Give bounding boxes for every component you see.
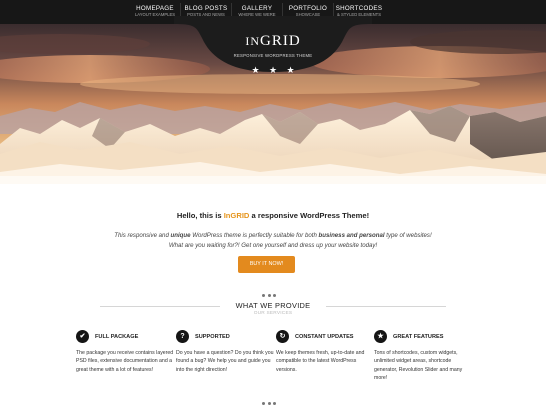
dot [262, 294, 265, 297]
logo-prefix: IN [245, 34, 260, 48]
question-icon: ? [176, 330, 189, 343]
intro-line-1: This responsive and unique WordPress the… [0, 231, 546, 241]
intro-paragraph: This responsive and unique WordPress the… [0, 231, 546, 251]
star-icon[interactable]: ★ [268, 66, 279, 75]
section-title: WHAT WE PROVIDE [235, 301, 311, 310]
feature-title: GREAT FEATURES [393, 334, 444, 340]
refresh-icon: ↻ [276, 330, 289, 343]
star-icon: ★ [374, 330, 387, 343]
site-logo[interactable]: INGRID [0, 33, 546, 50]
dot [262, 402, 265, 405]
check-icon: ✔ [76, 330, 89, 343]
nav-label: BLOG POSTS [184, 5, 228, 12]
intro-line-2: What are you waiting for?! Get one yours… [168, 242, 378, 249]
nav-label: GALLERY [241, 5, 273, 12]
section-divider-dots [262, 294, 276, 297]
logo-tagline: RESPONSIVE WORDPRESS THEME [233, 53, 313, 58]
feature-description: We keep themes fresh, up-to-date and com… [276, 350, 365, 373]
nav-sublabel: LAYOUT EXAMPLES [134, 12, 176, 17]
intro-emphasis: business and personal [318, 232, 385, 239]
intro-emphasis: unique [170, 232, 191, 239]
logo-name: GRID [260, 33, 301, 49]
nav-label: PORTFOLIO [288, 5, 328, 12]
dot [267, 294, 271, 297]
buy-it-now-button[interactable]: BUY IT NOW! [238, 256, 295, 273]
intro-text: type of websites! [384, 232, 432, 239]
nav-item-homepage[interactable]: HOMEPAGE LAYOUT EXAMPLES [130, 0, 180, 24]
section-subtitle: OUR SERVICES [253, 311, 293, 316]
star-icon[interactable]: ★ [285, 66, 296, 75]
welcome-heading: Hello, this is InGRID a responsive WordP… [0, 211, 546, 220]
intro-text: This responsive and [114, 232, 171, 239]
feature-description: Tons of shortcodes, custom widgets, unli… [374, 350, 463, 382]
dot [273, 402, 276, 405]
intro-text: WordPress theme is perfectly suitable fo… [190, 232, 319, 239]
feature-title: FULL PACKAGE [95, 334, 139, 340]
welcome-text: Hello, this is [176, 211, 224, 220]
welcome-text: a responsive WordPress Theme! [249, 211, 370, 220]
nav-label: SHORTCODES [335, 5, 383, 12]
feature-title: CONSTANT UPDATES [295, 334, 354, 340]
feature-description: The package you receive contains layered… [76, 350, 174, 373]
star-icon[interactable]: ★ [250, 66, 261, 75]
brand-name: InGRID [223, 211, 250, 220]
feature-title: SUPPORTED [195, 334, 230, 340]
nav-label: HOMEPAGE [136, 5, 174, 12]
feature-description: Do you have a question? Do you think you… [176, 350, 274, 373]
dot [273, 294, 276, 297]
section-divider-dots [262, 402, 276, 405]
dot [267, 402, 271, 405]
slider-pagination: ★ ★ ★ [250, 66, 296, 75]
